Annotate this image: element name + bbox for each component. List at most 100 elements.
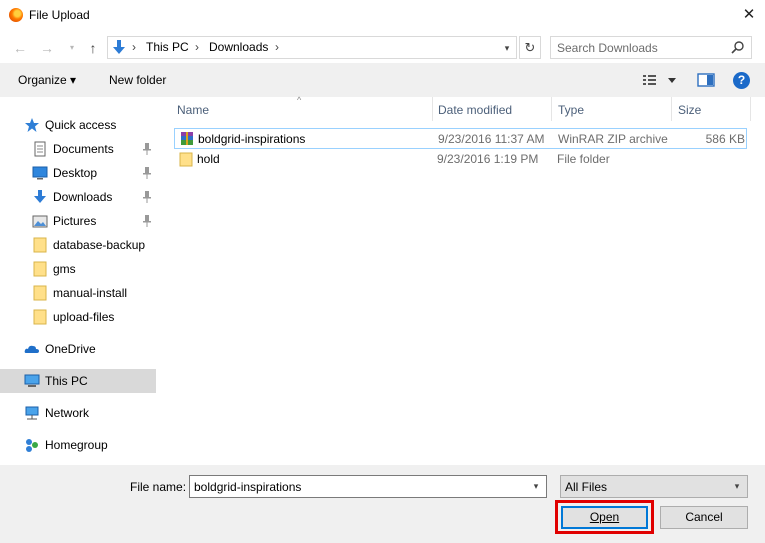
file-list: ^ Name Date modified Type Size boldgrid-… (160, 95, 765, 465)
nav-label: Documents (53, 142, 114, 156)
nav-homegroup[interactable]: Homegroup (0, 433, 156, 457)
nav-label: OneDrive (45, 342, 96, 356)
winrar-archive-icon (181, 132, 193, 145)
file-date: 9/23/2016 1:19 PM (437, 152, 539, 166)
refresh-icon: ↻ (524, 40, 536, 55)
breadcrumb-separator: › (275, 40, 279, 54)
search-box[interactable] (550, 36, 752, 59)
breadcrumb-separator: › (195, 40, 199, 54)
help-button[interactable]: ? (733, 72, 750, 89)
nav-label: Pictures (53, 214, 97, 228)
navigation-pane: Quick access Documents Desktop Downloads… (0, 97, 158, 465)
nav-label: Homegroup (45, 438, 108, 452)
close-button[interactable]: ✕ (736, 4, 762, 26)
chevron-down-icon: ▾ (734, 481, 740, 491)
recent-locations-chevron-icon[interactable]: ▾ (63, 39, 81, 57)
view-options-icon[interactable] (641, 72, 679, 88)
address-row: ← → ▾ ↑ › This PC › Downloads › ▾ ↻ (0, 31, 765, 63)
homegroup-icon (26, 439, 38, 452)
column-divider[interactable] (750, 97, 751, 121)
search-input[interactable] (557, 40, 717, 55)
firefox-icon (9, 8, 23, 22)
back-arrow-icon[interactable]: ← (11, 39, 29, 57)
star-icon (25, 118, 39, 132)
documents-icon (34, 141, 46, 157)
nav-label: Desktop (53, 166, 98, 180)
pin-icon[interactable] (141, 166, 153, 180)
nav-item-pictures[interactable]: Pictures (0, 209, 156, 233)
column-header-size[interactable]: Size (678, 103, 701, 117)
folder-icon (33, 261, 47, 277)
downloads-location-icon (113, 40, 125, 54)
nav-label: manual-install (53, 286, 128, 300)
nav-item-gms[interactable]: gms (0, 257, 156, 281)
column-divider[interactable] (432, 97, 433, 121)
nav-item-manual-install[interactable]: manual-install (0, 281, 156, 305)
column-header-date-modified[interactable]: Date modified (438, 103, 512, 117)
nav-network[interactable]: Network (0, 401, 156, 425)
cloud-icon (24, 345, 39, 353)
file-name-input[interactable] (194, 479, 514, 494)
chevron-down-icon[interactable]: ▾ (529, 479, 543, 494)
sort-ascending-icon: ^ (297, 95, 302, 105)
nav-onedrive[interactable]: OneDrive (0, 337, 156, 361)
new-folder-button[interactable]: New folder (109, 73, 166, 87)
folder-icon (33, 285, 47, 301)
title-bar: File Upload ✕ (0, 0, 765, 31)
nav-label: database-backup (53, 238, 146, 252)
folder-icon (33, 309, 47, 325)
organize-button[interactable]: Organize ▾ (18, 73, 76, 87)
open-button[interactable]: Open (561, 506, 648, 529)
file-type-filter-select[interactable]: All Files ▾ (560, 475, 748, 498)
pin-icon[interactable] (141, 214, 153, 228)
folder-icon (179, 152, 193, 167)
forward-arrow-icon[interactable]: → (38, 39, 56, 57)
file-name: hold (197, 152, 220, 166)
computer-icon (24, 374, 40, 387)
column-divider[interactable] (671, 97, 672, 121)
file-row[interactable]: hold 9/23/2016 1:19 PM File folder (174, 149, 747, 170)
file-name: boldgrid-inspirations (198, 132, 306, 146)
column-header-name[interactable]: Name (177, 103, 209, 117)
nav-this-pc[interactable]: This PC (0, 369, 156, 393)
nav-item-downloads[interactable]: Downloads (0, 185, 156, 209)
window-title: File Upload (29, 8, 90, 22)
file-type: WinRAR ZIP archive (558, 132, 668, 146)
file-size: 586 KB (705, 132, 745, 146)
breadcrumb-downloads[interactable]: Downloads (209, 40, 268, 54)
nav-item-desktop[interactable]: Desktop (0, 161, 156, 185)
nav-label: Network (45, 406, 90, 420)
address-bar[interactable]: › This PC › Downloads › ▾ (107, 36, 517, 59)
nav-label: upload-files (53, 310, 115, 324)
search-icon (731, 41, 744, 54)
breadcrumb-this-pc[interactable]: This PC (146, 40, 189, 54)
pictures-icon (32, 215, 48, 228)
file-name-combobox[interactable]: ▾ (189, 475, 547, 498)
pin-icon[interactable] (141, 142, 153, 156)
cancel-button-label: Cancel (685, 510, 723, 524)
command-bar: Organize ▾ New folder ? (0, 63, 765, 97)
bottom-pane: File name: ▾ All Files ▾ Open Cancel (0, 465, 765, 543)
nav-item-database-backup[interactable]: database-backup (0, 233, 156, 257)
nav-item-upload-files[interactable]: upload-files (0, 305, 156, 329)
refresh-button[interactable]: ↻ (519, 36, 541, 59)
breadcrumb-separator: › (132, 40, 136, 54)
file-row[interactable]: boldgrid-inspirations 9/23/2016 11:37 AM… (174, 128, 747, 149)
cancel-button[interactable]: Cancel (660, 506, 748, 529)
address-dropdown-chevron-icon[interactable]: ▾ (500, 40, 514, 56)
nav-label: Downloads (53, 190, 113, 204)
column-header-type[interactable]: Type (558, 103, 584, 117)
file-date: 9/23/2016 11:37 AM (438, 132, 545, 146)
up-arrow-icon[interactable]: ↑ (84, 39, 102, 57)
nav-item-documents[interactable]: Documents (0, 137, 156, 161)
pin-icon[interactable] (141, 190, 153, 204)
preview-pane-icon[interactable] (697, 72, 715, 88)
file-name-label: File name: (130, 480, 187, 494)
nav-label: This PC (45, 374, 88, 388)
network-icon (25, 406, 39, 420)
folder-icon (33, 237, 47, 253)
download-arrow-icon (34, 190, 46, 203)
nav-quick-access[interactable]: Quick access (0, 113, 156, 137)
column-divider[interactable] (551, 97, 552, 121)
file-type: File folder (557, 152, 610, 166)
